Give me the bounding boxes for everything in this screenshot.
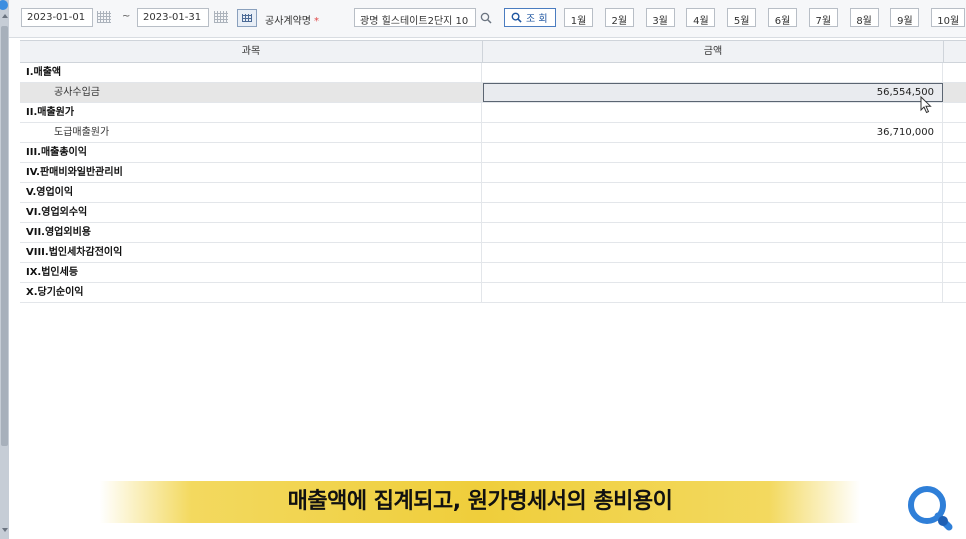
account-cell: I.매출액: [20, 63, 482, 82]
table-row[interactable]: 공사수입금 56,554,500: [20, 83, 966, 103]
table-row[interactable]: IV.판매비와일반관리비: [20, 163, 966, 183]
account-cell: 공사수입금: [20, 83, 482, 102]
app-icon: [0, 0, 8, 10]
month-button[interactable]: 2월: [604, 8, 634, 27]
date-to-input[interactable]: 2023-01-31: [137, 8, 209, 27]
table-row[interactable]: II.매출원가: [20, 103, 966, 123]
video-subtitle: 매출액에 집계되고, 원가명세서의 총비용이: [100, 481, 860, 523]
table-row[interactable]: 도급매출원가 36,710,000: [20, 123, 966, 143]
amount-cell[interactable]: [483, 243, 943, 262]
search-toolbar: 2023-01-01 ~ 2023-01-31 공사계약명 * 광명 힐스테이트2…: [9, 0, 966, 38]
contract-name-input[interactable]: 광명 힐스테이트2단지 10: [354, 8, 476, 27]
search-icon[interactable]: [480, 12, 492, 24]
table-row[interactable]: IX.법인세등: [20, 263, 966, 283]
month-button[interactable]: 6월: [768, 8, 797, 27]
date-range-separator: ~: [122, 11, 131, 22]
calendar-picker-button[interactable]: [237, 9, 257, 27]
account-cell: V.영업이익: [20, 183, 482, 202]
account-cell: VI.영업외수익: [20, 203, 482, 222]
amount-cell[interactable]: 56,554,500: [483, 83, 943, 102]
calendar-grid-icon[interactable]: [97, 11, 111, 23]
amount-cell[interactable]: [483, 263, 943, 282]
table-row[interactable]: V.영업이익: [20, 183, 966, 203]
table-row[interactable]: X.당기순이익: [20, 283, 966, 303]
required-mark: *: [314, 16, 319, 27]
month-button[interactable]: 3월: [645, 8, 675, 27]
account-cell: IV.판매비와일반관리비: [20, 163, 482, 182]
magnifier-icon: [511, 12, 522, 23]
account-cell: 도급매출원가: [20, 123, 482, 142]
account-cell: IX.법인세등: [20, 263, 482, 282]
month-button[interactable]: 9월: [890, 8, 920, 27]
account-cell: VII.영업외비용: [20, 223, 482, 242]
date-from-input[interactable]: 2023-01-01: [21, 8, 93, 27]
month-button[interactable]: 7월: [808, 8, 838, 27]
magnifier-logo: [908, 486, 953, 531]
amount-cell[interactable]: [483, 183, 943, 202]
month-button[interactable]: 10월: [931, 8, 966, 27]
month-button[interactable]: 8월: [849, 8, 879, 27]
month-button[interactable]: 1월: [564, 8, 593, 27]
amount-cell[interactable]: [483, 283, 943, 302]
amount-cell[interactable]: [483, 103, 943, 122]
account-cell: III.매출총이익: [20, 143, 482, 162]
month-button[interactable]: 4월: [686, 8, 716, 27]
scroll-down-icon[interactable]: [2, 528, 8, 532]
table-row[interactable]: VI.영업외수익: [20, 203, 966, 223]
month-button[interactable]: 5월: [727, 8, 757, 27]
contract-label: 공사계약명 *: [265, 12, 319, 27]
account-cell: VIII.법인세차감전이익: [20, 243, 482, 262]
column-header-account[interactable]: 과목: [20, 41, 483, 62]
table-row[interactable]: I.매출액: [20, 63, 966, 83]
amount-cell[interactable]: 36,710,000: [483, 123, 943, 142]
column-header-amount[interactable]: 금액: [483, 41, 944, 62]
account-cell: X.당기순이익: [20, 283, 482, 302]
calendar-grid-icon[interactable]: [214, 11, 228, 23]
left-scrollbar[interactable]: [0, 0, 9, 539]
amount-cell[interactable]: [483, 163, 943, 182]
amount-cell[interactable]: [483, 223, 943, 242]
table-row[interactable]: VIII.법인세차감전이익: [20, 243, 966, 263]
grid-header: 과목 금액: [20, 40, 966, 63]
mouse-pointer-icon: [920, 96, 932, 114]
grid-body: I.매출액 공사수입금 56,554,500 II.매출원가 도급매출원가 36,710,…: [20, 63, 966, 303]
table-row[interactable]: VII.영업외비용: [20, 223, 966, 243]
scroll-up-icon[interactable]: [2, 14, 8, 18]
query-button-label: 조 회: [526, 14, 548, 25]
contract-label-text: 공사계약명: [265, 16, 311, 27]
table-row[interactable]: III.매출총이익: [20, 143, 966, 163]
scroll-thumb[interactable]: [1, 26, 8, 446]
amount-cell[interactable]: [483, 203, 943, 222]
amount-cell[interactable]: [483, 63, 943, 82]
account-cell: II.매출원가: [20, 103, 482, 122]
income-statement-grid: 과목 금액 I.매출액 공사수입금 56,554,500 II.매출원가 도급매출원가 3…: [20, 40, 966, 303]
amount-cell[interactable]: [483, 143, 943, 162]
query-button[interactable]: 조 회: [504, 8, 556, 27]
